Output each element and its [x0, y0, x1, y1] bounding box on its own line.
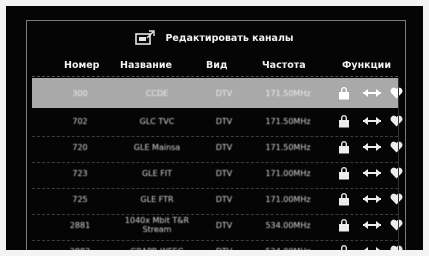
lock-icon[interactable]	[338, 236, 350, 250]
channel-type: DTV	[215, 88, 233, 98]
channel-name: CCDE	[145, 88, 169, 98]
channel-number: 300	[72, 88, 88, 98]
channel-row[interactable]: 300 CCDE DTV 171.50MHz	[32, 78, 403, 108]
channel-type: DTV	[204, 236, 244, 251]
channel-frequency: 534.00MHz	[258, 236, 318, 251]
channel-number: 2882	[60, 236, 100, 251]
heart-icon[interactable]	[390, 236, 403, 250]
move-arrow-icon[interactable]	[362, 78, 382, 108]
header-number: Номер	[64, 60, 100, 71]
header-type: Вид	[206, 60, 228, 71]
page-title: Редактировать каналы	[165, 32, 294, 44]
channel-row[interactable]: 2882 GRAPR WFEG DTV 534.00MHz	[32, 236, 403, 251]
move-arrow-icon[interactable]	[362, 236, 382, 250]
table-header: Номер Название Вид Частота Функции	[6, 58, 423, 74]
list-edge	[398, 78, 399, 250]
channel-name: GRAPR WFEG	[116, 236, 198, 251]
lock-icon[interactable]	[338, 78, 350, 108]
heart-icon[interactable]	[390, 78, 403, 108]
edit-channels-icon	[135, 30, 156, 46]
header-frequency: Частота	[262, 60, 306, 71]
tv-screen: Редактировать каналы Номер Название Вид …	[6, 6, 423, 250]
channel-frequency: 171.50MHz	[265, 88, 311, 98]
header-functions: Функции	[342, 60, 391, 71]
title-bar: Редактировать каналы	[6, 24, 423, 52]
header-name: Название	[120, 60, 172, 71]
